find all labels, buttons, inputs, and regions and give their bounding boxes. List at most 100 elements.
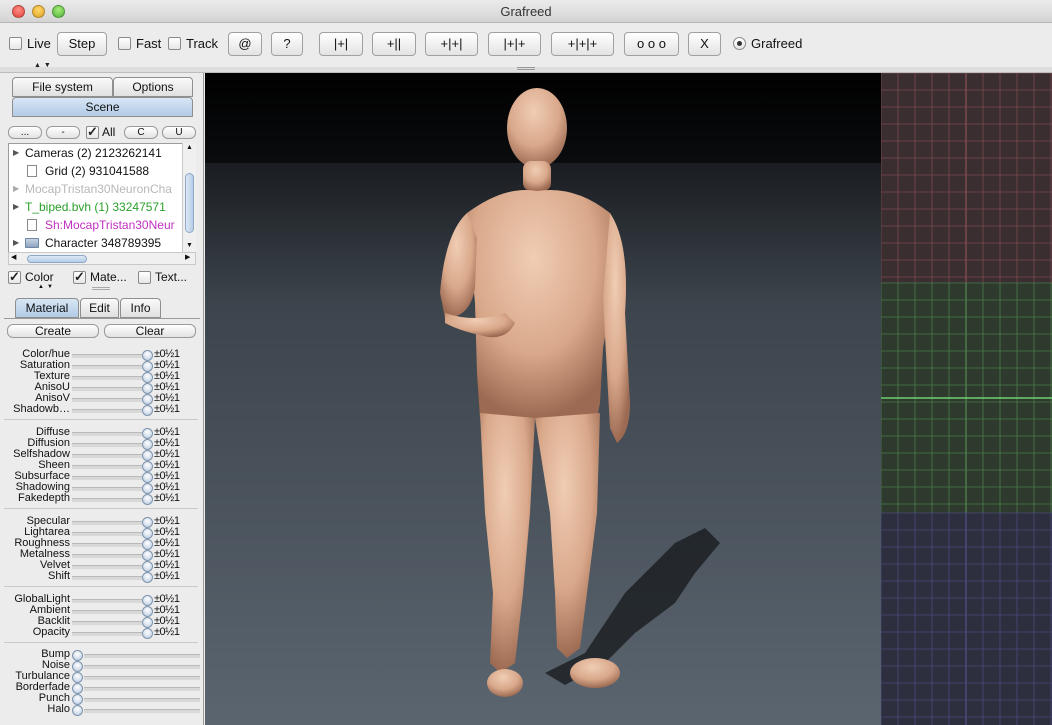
step-button[interactable]: Step <box>57 32 107 56</box>
slider-track[interactable] <box>72 398 142 402</box>
slider-knob[interactable] <box>142 394 153 405</box>
slider-track[interactable] <box>72 532 142 536</box>
tree-c-button[interactable]: C <box>124 126 158 139</box>
slider-track[interactable] <box>72 443 142 447</box>
tree-collapse-button[interactable]: - <box>46 126 80 139</box>
slider-knob[interactable] <box>72 705 83 716</box>
slider-track[interactable] <box>72 365 142 369</box>
parameter-slider[interactable]: Halo <box>0 703 200 716</box>
checkbox-icon[interactable] <box>9 37 22 50</box>
tree-horizontal-scrollbar[interactable]: ◀ ▶ <box>8 252 196 265</box>
tree-row[interactable]: ▶ Cameras (2) 2123262141 <box>9 144 195 162</box>
parameter-controls[interactable]: ±0½1 <box>154 492 180 504</box>
parameter-slider[interactable]: Shift ±0½1 <box>0 570 200 583</box>
checkbox-checked-icon[interactable] <box>8 269 21 285</box>
slider-knob[interactable] <box>72 650 83 661</box>
create-button[interactable]: Create <box>7 324 99 338</box>
color-checkbox[interactable]: Color <box>8 269 54 285</box>
help-button[interactable]: ? <box>271 32 303 56</box>
slider-track[interactable] <box>72 599 142 603</box>
slider-track[interactable] <box>72 387 142 391</box>
slider-track[interactable] <box>72 354 142 358</box>
slider-knob[interactable] <box>142 494 153 505</box>
orthographic-grid-view[interactable] <box>881 73 1052 725</box>
grafreed-radio[interactable]: Grafreed <box>733 36 802 51</box>
slider-knob[interactable] <box>142 617 153 628</box>
splitter-arrows-icon[interactable]: ▲▼ <box>38 284 56 290</box>
slider-track[interactable] <box>72 565 142 569</box>
slider-track[interactable] <box>72 621 142 625</box>
slider-knob[interactable] <box>142 572 153 583</box>
material-checkbox[interactable]: Mate... <box>73 269 127 285</box>
close-view-button[interactable]: X <box>688 32 721 56</box>
slider-knob[interactable] <box>142 606 153 617</box>
slider-track[interactable] <box>72 432 142 436</box>
radio-icon[interactable] <box>733 37 746 50</box>
tab-edit[interactable]: Edit <box>80 298 119 318</box>
grid-render[interactable] <box>881 73 1052 725</box>
live-checkbox[interactable]: Live <box>9 36 51 51</box>
scroll-right-icon[interactable]: ▶ <box>185 253 190 261</box>
slider-track[interactable] <box>72 554 142 558</box>
slider-knob[interactable] <box>142 517 153 528</box>
slider-track[interactable] <box>72 610 142 614</box>
slider-knob[interactable] <box>72 672 83 683</box>
parameter-slider[interactable]: Opacity ±0½1 <box>0 626 200 639</box>
tab-scene[interactable]: Scene <box>12 97 193 117</box>
slider-track[interactable] <box>84 676 200 680</box>
splitter-arrows-icon[interactable]: ▲▼ <box>34 62 54 69</box>
at-button[interactable]: @ <box>228 32 262 56</box>
texture-checkbox[interactable]: Text... <box>138 270 187 284</box>
slider-knob[interactable] <box>72 694 83 705</box>
tree-row[interactable]: Sh:MocapTristan30Neur <box>9 216 195 234</box>
slider-knob[interactable] <box>142 595 153 606</box>
checkbox-checked-icon[interactable] <box>73 269 86 285</box>
slider-track[interactable] <box>72 543 142 547</box>
slider-track[interactable] <box>72 632 142 636</box>
slider-knob[interactable] <box>142 405 153 416</box>
slider-track[interactable] <box>72 465 142 469</box>
track-checkbox[interactable]: Track <box>168 36 218 51</box>
slider-track[interactable] <box>72 576 142 580</box>
tab-file-system[interactable]: File system <box>12 77 113 97</box>
layout-button-2[interactable]: +|| <box>372 32 416 56</box>
expand-arrow-icon[interactable]: ▶ <box>13 180 19 198</box>
parameter-controls[interactable]: ±0½1 <box>154 403 180 415</box>
scroll-thumb[interactable] <box>185 173 194 233</box>
checkbox-icon[interactable] <box>168 37 181 50</box>
slider-knob[interactable] <box>142 461 153 472</box>
slider-knob[interactable] <box>142 483 153 494</box>
3d-viewport[interactable] <box>205 73 881 725</box>
slider-track[interactable] <box>72 476 142 480</box>
layout-button-1[interactable]: |+| <box>319 32 363 56</box>
layout-button-4[interactable]: |+|+ <box>488 32 541 56</box>
slider-track[interactable] <box>72 487 142 491</box>
tree-row[interactable]: Grid (2) 931041588 <box>9 162 195 180</box>
checkbox-icon[interactable] <box>138 270 151 284</box>
parameter-slider[interactable]: Fakedepth ±0½1 <box>0 492 200 505</box>
parameter-controls[interactable]: ±0½1 <box>154 626 180 638</box>
fast-checkbox[interactable]: Fast <box>118 36 161 51</box>
scroll-thumb[interactable] <box>27 255 87 263</box>
slider-track[interactable] <box>72 409 142 413</box>
slider-knob[interactable] <box>142 350 153 361</box>
scene-render[interactable] <box>205 73 881 725</box>
slider-track[interactable] <box>72 521 142 525</box>
slider-knob[interactable] <box>142 472 153 483</box>
clear-button[interactable]: Clear <box>104 324 196 338</box>
parameter-slider[interactable]: Punch <box>0 692 200 705</box>
expand-arrow-icon[interactable]: ▶ <box>13 144 19 162</box>
tree-vertical-scrollbar[interactable]: ▲ ▼ <box>182 143 196 253</box>
scene-tree[interactable]: ▶ Cameras (2) 2123262141 Grid (2) 931041… <box>8 143 196 253</box>
slider-track[interactable] <box>84 654 200 658</box>
parameter-slider[interactable]: Bump <box>0 648 200 661</box>
checkbox-icon[interactable] <box>118 37 131 50</box>
scroll-left-icon[interactable]: ◀ <box>11 253 16 261</box>
slider-knob[interactable] <box>72 661 83 672</box>
parameter-slider[interactable]: Shadowb… ±0½1 <box>0 403 200 416</box>
tree-more-button[interactable]: ... <box>8 126 42 139</box>
slider-knob[interactable] <box>142 383 153 394</box>
parameter-controls[interactable]: ±0½1 <box>154 570 180 582</box>
slider-track[interactable] <box>84 709 200 713</box>
layout-button-3[interactable]: +|+| <box>425 32 478 56</box>
